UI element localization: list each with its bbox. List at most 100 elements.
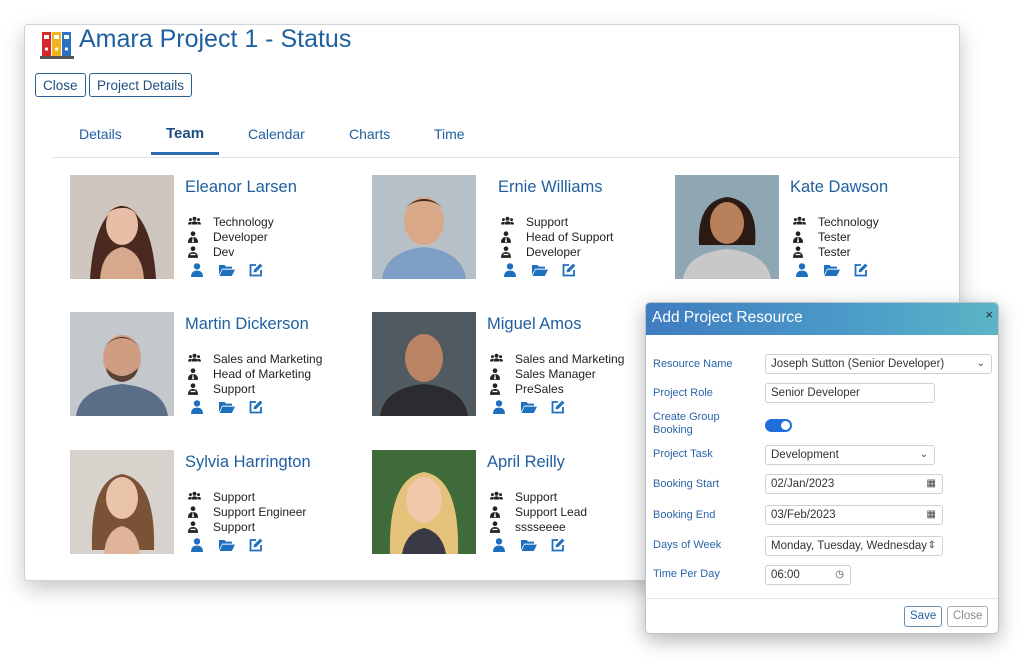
booking-end-input[interactable]: 03/Feb/2023 ▦ <box>765 505 943 525</box>
binders-logo-icon <box>40 32 74 59</box>
role-label: Head of Marketing <box>213 367 312 381</box>
department-label: Sales and Marketing <box>515 352 625 366</box>
page-title: Amara Project 1 - Status <box>79 25 352 53</box>
role-label: Sales Manager <box>515 367 596 381</box>
folder-open-icon[interactable] <box>521 538 537 552</box>
role-label: Head of Support <box>526 230 614 244</box>
users-icon <box>188 353 201 365</box>
user-icon[interactable] <box>191 400 203 414</box>
dialog-close-button[interactable]: Close <box>947 606 989 627</box>
tab-bar: Details Team Calendar Charts Time <box>53 121 959 158</box>
user-icon[interactable] <box>504 263 516 277</box>
user-task-icon <box>188 383 198 395</box>
close-icon[interactable]: × <box>985 307 993 322</box>
folder-open-icon[interactable] <box>219 400 235 414</box>
member-name: Martin Dickerson <box>185 315 309 333</box>
user-task-icon <box>188 521 198 533</box>
user-task-icon <box>501 246 511 258</box>
task-label: Support <box>213 382 256 396</box>
tab-calendar[interactable]: Calendar <box>248 121 305 155</box>
dialog-footer-divider <box>646 598 998 599</box>
folder-open-icon[interactable] <box>521 400 537 414</box>
task-label: Dev <box>213 245 235 259</box>
role-label: Developer <box>213 230 268 244</box>
group-booking-label-line1: Create Group <box>653 411 720 423</box>
resource-name-select[interactable]: Joseph Sutton (Senior Developer) ⌄ <box>765 354 992 374</box>
user-tie-icon <box>793 231 803 243</box>
close-button[interactable]: Close <box>35 73 86 97</box>
edit-icon[interactable] <box>249 263 263 277</box>
folder-open-icon[interactable] <box>532 263 548 277</box>
member-photo <box>70 312 174 416</box>
role-label: Support Engineer <box>213 505 307 519</box>
task-label: Support <box>213 520 256 534</box>
folder-open-icon[interactable] <box>824 263 840 277</box>
edit-icon[interactable] <box>249 400 263 414</box>
sort-arrows-icon: ⇕ <box>927 540 936 551</box>
users-icon <box>490 491 503 503</box>
dialog-title: Add Project Resource <box>652 309 803 326</box>
task-label: sssseeee <box>515 520 566 534</box>
calendar-icon[interactable]: ▦ <box>927 506 936 524</box>
department-label: Technology <box>818 215 879 229</box>
department-label: Support <box>515 490 558 504</box>
tab-time[interactable]: Time <box>434 121 465 155</box>
project-task-value: Development <box>771 449 839 461</box>
member-name: Sylvia Harrington <box>185 453 311 471</box>
user-icon[interactable] <box>191 538 203 552</box>
calendar-icon[interactable]: ▦ <box>927 475 936 493</box>
chevron-down-icon: ⌄ <box>976 358 985 369</box>
tab-details[interactable]: Details <box>79 121 122 155</box>
time-per-day-input[interactable]: 06:00 ◷ <box>765 565 851 585</box>
resource-name-label: Resource Name <box>653 358 733 370</box>
users-icon <box>793 216 806 228</box>
project-role-label: Project Role <box>653 387 713 399</box>
department-label: Sales and Marketing <box>213 352 323 366</box>
booking-start-input[interactable]: 02/Jan/2023 ▦ <box>765 474 943 494</box>
member-photo <box>675 175 779 279</box>
user-icon[interactable] <box>493 400 505 414</box>
edit-icon[interactable] <box>551 538 565 552</box>
edit-icon[interactable] <box>562 263 576 277</box>
member-photo <box>70 450 174 554</box>
member-name: Kate Dawson <box>790 178 889 196</box>
user-tie-icon <box>490 368 500 380</box>
user-icon[interactable] <box>191 263 203 277</box>
chevron-down-icon: ⌄ <box>919 449 928 460</box>
resource-name-value: Joseph Sutton (Senior Developer) <box>771 358 945 370</box>
edit-icon[interactable] <box>854 263 868 277</box>
member-photo <box>372 175 476 279</box>
task-label: Tester <box>818 245 851 259</box>
department-label: Technology <box>213 215 274 229</box>
booking-end-value: 03/Feb/2023 <box>771 509 836 521</box>
user-icon[interactable] <box>796 263 808 277</box>
folder-open-icon[interactable] <box>219 538 235 552</box>
edit-icon[interactable] <box>551 400 565 414</box>
days-of-week-select[interactable]: Monday, Tuesday, Wednesday ⇕ <box>765 536 943 556</box>
member-photo <box>70 175 174 279</box>
member-name: April Reilly <box>487 453 565 471</box>
group-booking-label: Create Group Booking <box>653 411 720 437</box>
project-details-button[interactable]: Project Details <box>89 73 193 97</box>
users-icon <box>188 216 201 228</box>
member-name: Eleanor Larsen <box>185 178 297 196</box>
user-icon[interactable] <box>493 538 505 552</box>
days-of-week-value: Monday, Tuesday, Wednesday <box>771 540 927 552</box>
group-booking-toggle[interactable] <box>765 419 792 432</box>
task-label: Developer <box>526 245 581 259</box>
project-task-select[interactable]: Development ⌄ <box>765 445 935 465</box>
member-name: Miguel Amos <box>487 315 582 333</box>
time-per-day-value: 06:00 <box>771 569 800 581</box>
tab-charts[interactable]: Charts <box>349 121 390 155</box>
clock-icon[interactable]: ◷ <box>835 566 844 584</box>
role-label: Support Lead <box>515 505 588 519</box>
project-role-input[interactable]: Senior Developer <box>765 383 935 403</box>
booking-end-label: Booking End <box>653 509 716 521</box>
tab-team[interactable]: Team <box>150 121 220 155</box>
edit-icon[interactable] <box>249 538 263 552</box>
folder-open-icon[interactable] <box>219 263 235 277</box>
user-tie-icon <box>490 506 500 518</box>
user-task-icon <box>490 383 500 395</box>
member-photo <box>372 450 476 554</box>
save-button[interactable]: Save <box>904 606 943 627</box>
